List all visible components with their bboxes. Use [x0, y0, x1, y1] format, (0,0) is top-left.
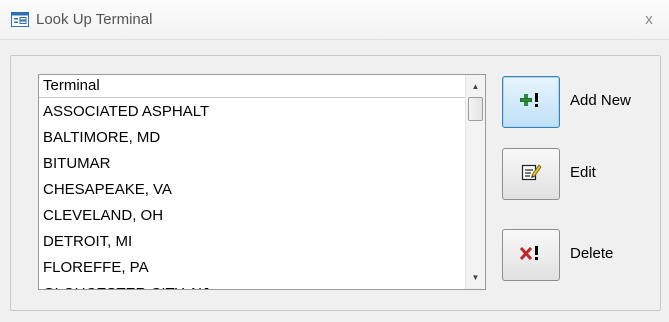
add-new-button[interactable]	[502, 76, 560, 128]
vertical-scrollbar[interactable]: ▲ ▼	[465, 75, 485, 289]
terminal-listbox[interactable]: Terminal ASSOCIATED ASPHALT BALTIMORE, M…	[38, 74, 486, 290]
terminal-list: ASSOCIATED ASPHALT BALTIMORE, MD BITUMAR…	[39, 99, 466, 289]
add-record-icon	[520, 92, 542, 113]
edit-label: Edit	[570, 164, 596, 181]
edit-button[interactable]	[502, 148, 560, 200]
list-item[interactable]: ASSOCIATED ASPHALT	[39, 99, 466, 125]
list-item[interactable]: GLOUCESTER CITY, NJ	[39, 281, 466, 289]
list-item[interactable]: CLEVELAND, OH	[39, 203, 466, 229]
form-body: Terminal ASSOCIATED ASPHALT BALTIMORE, M…	[10, 55, 661, 311]
scroll-thumb[interactable]	[468, 97, 483, 121]
list-item[interactable]: BITUMAR	[39, 151, 466, 177]
list-column-header: Terminal	[39, 75, 466, 98]
scroll-up-arrow-icon[interactable]: ▲	[466, 77, 485, 96]
close-button[interactable]: x	[638, 9, 660, 31]
look-up-terminal-window: Look Up Terminal x Terminal ASSOCIATED A…	[0, 0, 669, 322]
delete-button[interactable]	[502, 229, 560, 281]
delete-record-icon	[519, 245, 542, 266]
title-bar[interactable]: Look Up Terminal x	[0, 0, 669, 40]
delete-label: Delete	[570, 245, 614, 262]
form-icon	[11, 12, 29, 27]
scroll-down-arrow-icon[interactable]: ▼	[466, 268, 485, 287]
list-item[interactable]: CHESAPEAKE, VA	[39, 177, 466, 203]
list-item[interactable]: DETROIT, MI	[39, 229, 466, 255]
window-title: Look Up Terminal	[36, 11, 153, 28]
add-new-label: Add New	[570, 92, 631, 109]
edit-record-icon	[520, 162, 542, 187]
list-item[interactable]: FLOREFFE, PA	[39, 255, 466, 281]
list-item[interactable]: BALTIMORE, MD	[39, 125, 466, 151]
